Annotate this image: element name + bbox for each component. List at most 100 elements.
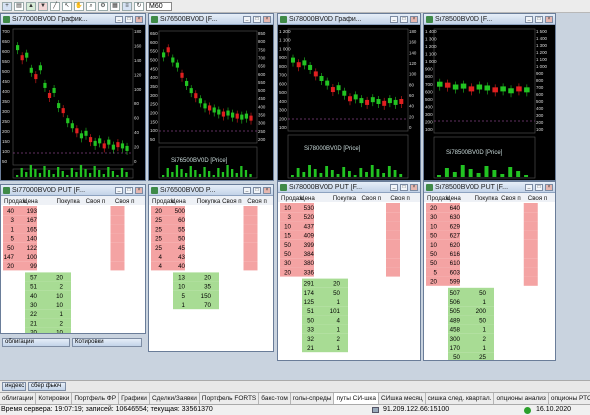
template-icon[interactable]: ≡ xyxy=(122,1,132,11)
column-header[interactable]: Покупка xyxy=(56,198,80,205)
order-book-table[interactable]: Продаж Цена Покупка Своя п Своя п 10 530 3 520 10… xyxy=(278,193,420,360)
column-header[interactable]: Своя п xyxy=(501,195,521,202)
maximize-button[interactable]: □ xyxy=(400,183,408,191)
column-header[interactable]: Своя п xyxy=(222,198,242,205)
close-button[interactable]: × xyxy=(545,183,553,191)
maximize-button[interactable]: □ xyxy=(125,186,133,194)
column-header[interactable]: Покупка xyxy=(333,195,357,202)
tab-5[interactable]: Портфель FORTS xyxy=(200,393,260,404)
candlestick-chart[interactable]: 1 200 1 100 1 000 900 800 700 600 500 400 300 200 1… xyxy=(278,25,420,180)
sell-icon[interactable]: ▼ xyxy=(38,1,48,11)
candlestick-chart[interactable]: 1 400 1 300 1 200 1 100 1 000 900 800 700 600 500… xyxy=(424,25,555,180)
period-select[interactable]: M60 xyxy=(146,1,172,11)
tab-10[interactable]: сишка след. квартал. xyxy=(426,393,495,404)
chart-window-titlebar[interactable]: Si77000BV0D График... _ □ × xyxy=(1,14,145,25)
maximize-button[interactable]: □ xyxy=(535,183,543,191)
column-header[interactable]: Покупка xyxy=(197,198,221,205)
close-button[interactable]: × xyxy=(545,15,553,23)
minimize-button[interactable]: _ xyxy=(525,15,533,23)
close-button[interactable]: × xyxy=(410,183,418,191)
order-book-canvas[interactable]: ПродажЦена Покупка Своя п Своя п20 64030 6301… xyxy=(424,193,556,361)
tab-2[interactable]: Портфель ФР xyxy=(72,393,120,404)
close-button[interactable]: × xyxy=(410,15,418,23)
orderbook-window-2[interactable]: Si76500BV0D P... _ □ × Продаж Цена Покупка Св… xyxy=(148,184,274,352)
column-header[interactable]: Цена xyxy=(171,198,186,205)
cursor-icon[interactable]: ↖ xyxy=(62,1,72,11)
minimize-button[interactable]: _ xyxy=(243,186,251,194)
orderbook-window-3[interactable]: Si78000BV0D PUT [F... _ □ × Продаж Цена Поку… xyxy=(277,181,421,361)
chart-canvas[interactable]: 7006506005505004504003503002502001501005… xyxy=(1,25,146,181)
chart-window-titlebar[interactable]: Si78500BV0D [F... _ □ × xyxy=(424,14,555,25)
tab-12[interactable]: опционы РТС xyxy=(549,393,590,404)
orderbook-titlebar[interactable]: Si76500BV0D P... _ □ × xyxy=(149,185,273,196)
tab-7[interactable]: голы-спреды xyxy=(291,393,335,404)
maximize-button[interactable]: □ xyxy=(535,15,543,23)
chart-window-titlebar[interactable]: Si76500BV0D [F... _ □ × xyxy=(149,14,273,25)
chart-window-4[interactable]: Si78500BV0D [F... _ □ × 1 400 1 300 1 200 1 1… xyxy=(423,13,556,181)
orderbook-titlebar[interactable]: Si78000BV0D PUT [F... _ □ × xyxy=(278,182,420,193)
column-header[interactable]: Своя п xyxy=(115,198,135,205)
minimize-button[interactable]: _ xyxy=(243,15,251,23)
maximize-button[interactable]: □ xyxy=(125,15,133,23)
column-header[interactable]: Цена xyxy=(23,198,38,205)
close-button[interactable]: × xyxy=(135,186,143,194)
order-book-table[interactable]: Продаж Цена Покупка Своя п Своя п 20 500 25 60 25… xyxy=(149,196,273,351)
chart-window-titlebar[interactable]: Si78000BV0D Графи... _ □ × xyxy=(278,14,420,25)
orderbook-window-1[interactable]: Si77000BV0D PUT [F... _ □ × Продаж Цена Поку… xyxy=(0,184,146,334)
minimize-button[interactable]: _ xyxy=(390,15,398,23)
column-header[interactable]: Покупка xyxy=(475,195,499,202)
minimize-button[interactable]: _ xyxy=(115,15,123,23)
chart-window-1[interactable]: Si77000BV0D График... _ □ × 700 650 600 550 50… xyxy=(0,13,146,181)
tab-4[interactable]: Сделки/Заявки xyxy=(150,393,200,404)
minimize-button[interactable]: _ xyxy=(390,183,398,191)
orderbook-titlebar[interactable]: Si78500BV0D PUT [F... _ □ × xyxy=(424,182,555,193)
tab-6[interactable]: бакс-том xyxy=(259,393,291,404)
minimized-window-2[interactable]: Котировки xyxy=(72,338,142,347)
tab-9[interactable]: СИшка месяц xyxy=(379,393,426,404)
close-button[interactable]: × xyxy=(263,186,271,194)
chart-icon[interactable]: ▤ xyxy=(14,1,24,11)
orderbook-window-4[interactable]: Si78500BV0D PUT [F... _ □ × Продаж Цена Поку… xyxy=(423,181,556,361)
column-header[interactable]: Цена xyxy=(446,195,461,202)
maximize-button[interactable]: □ xyxy=(253,15,261,23)
tab-3[interactable]: Графики xyxy=(119,393,150,404)
order-book-canvas[interactable]: ПродажЦена Покупка Своя п Своя п10 5303 52010… xyxy=(278,193,421,361)
close-button[interactable]: × xyxy=(135,15,143,23)
column-header[interactable]: Цена xyxy=(300,195,315,202)
tab-1[interactable]: Котировки xyxy=(36,393,73,404)
minimized-window-1[interactable]: облигации xyxy=(2,338,70,347)
column-header[interactable]: Своя п xyxy=(86,198,106,205)
candlestick-chart[interactable]: 700 650 600 550 500 450 400 350 300 250 200 150 100 5… xyxy=(1,25,145,180)
order-book-table[interactable]: Продаж Цена Покупка Своя п Своя п 40 193 3 167 1 1… xyxy=(1,196,145,333)
taskbar-item-index[interactable]: индекс xyxy=(2,382,26,391)
zoom-icon[interactable]: ⌕ xyxy=(86,1,96,11)
chart-window-2[interactable]: Si76500BV0D [F... _ □ × 650 600 550 500 450 400… xyxy=(148,13,274,181)
new-window-icon[interactable]: + xyxy=(2,1,12,11)
candlestick-chart[interactable]: 650 600 550 500 450 400 350 300 250 200 150 100 50 85… xyxy=(149,25,273,180)
minimize-button[interactable]: _ xyxy=(115,186,123,194)
column-header[interactable]: Своя п xyxy=(247,198,267,205)
tab-8[interactable]: путы СИ-шка xyxy=(334,393,380,404)
order-book-canvas[interactable]: ПродажЦена Покупка Своя п Своя п20 50025 6025… xyxy=(149,196,274,352)
buy-icon[interactable]: ▲ xyxy=(26,1,36,11)
minimize-button[interactable]: _ xyxy=(525,183,533,191)
taskbar-item-sber[interactable]: сбер фьюч xyxy=(28,382,66,391)
grid-icon[interactable]: ▦ xyxy=(110,1,120,11)
chart-canvas[interactable]: 1 2001 1001 0009008007006005004003002001… xyxy=(278,25,421,181)
line-tool-icon[interactable]: ╱ xyxy=(50,1,60,11)
order-book-table[interactable]: Продаж Цена Покупка Своя п Своя п 20 640 30 630 1… xyxy=(424,193,555,360)
orderbook-titlebar[interactable]: Si77000BV0D PUT [F... _ □ × xyxy=(1,185,145,196)
column-header[interactable]: Своя п xyxy=(528,195,548,202)
tab-11[interactable]: опционы анализ xyxy=(494,393,549,404)
chart-window-3[interactable]: Si78000BV0D Графи... _ □ × 1 200 1 100 1 000… xyxy=(277,13,421,181)
refresh-icon[interactable]: ↻ xyxy=(134,1,144,11)
chart-canvas[interactable]: 1 400 1 300 1 200 1 100 1 000 900 800 700 600 500… xyxy=(424,25,556,181)
close-button[interactable]: × xyxy=(263,15,271,23)
tab-0[interactable]: облигации xyxy=(0,393,37,404)
column-header[interactable]: Своя п xyxy=(362,195,382,202)
order-book-canvas[interactable]: ПродажЦена Покупка Своя п Своя п40 1933 1671 1… xyxy=(1,196,146,334)
maximize-button[interactable]: □ xyxy=(253,186,261,194)
hand-icon[interactable]: ✋ xyxy=(74,1,84,11)
column-header[interactable]: Своя п xyxy=(390,195,410,202)
settings-icon[interactable]: ⚙ xyxy=(98,1,108,11)
